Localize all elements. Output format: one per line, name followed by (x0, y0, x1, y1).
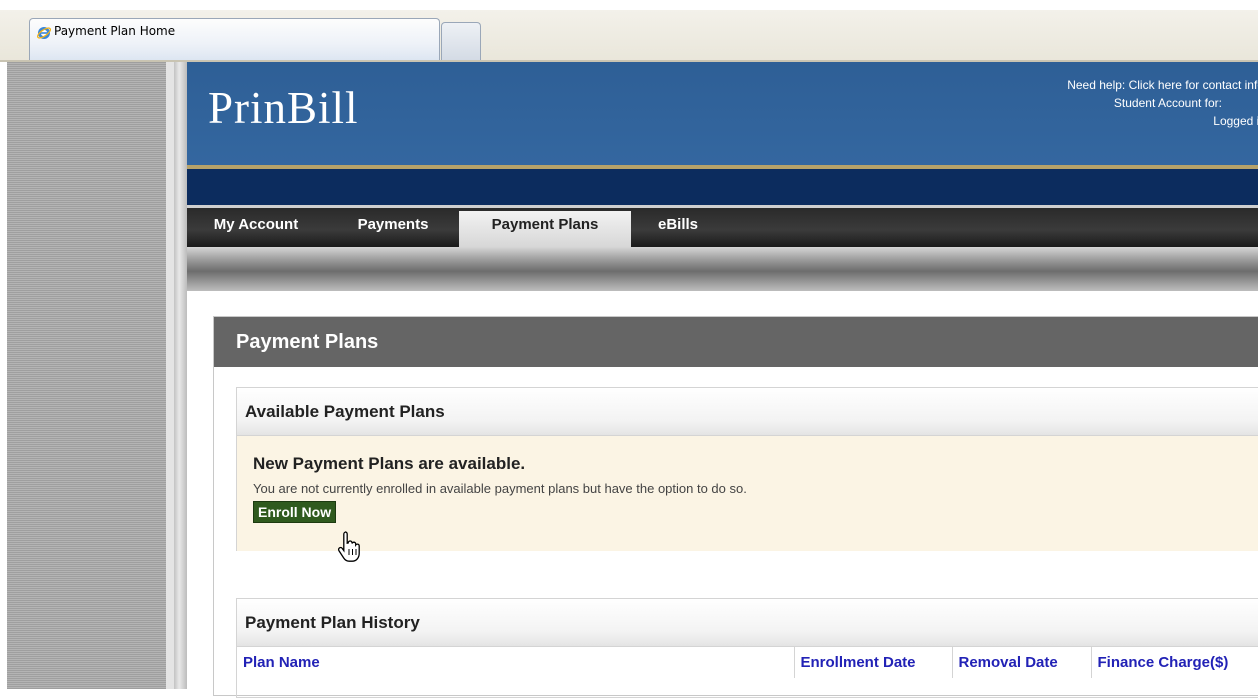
gutter-stripes (7, 62, 166, 689)
enroll-now-button[interactable]: Enroll Now (253, 501, 337, 523)
sub-nav-bar (187, 247, 1258, 291)
logged-in-label: Logged in (1213, 114, 1258, 128)
nav-ebills[interactable]: eBills (646, 211, 710, 247)
nav-payments[interactable]: Payments (345, 211, 441, 247)
column-enrollment-date[interactable]: Enrollment Date (794, 647, 953, 678)
left-gutter (0, 62, 187, 689)
column-plan-name[interactable]: Plan Name (237, 647, 795, 678)
account-label: Student Account for: (1113, 96, 1222, 110)
payment-history-box: Payment Plan History Plan Name Enrollmen… (236, 598, 1258, 698)
history-table: Plan Name Enrollment Date Removal Date F… (237, 647, 1258, 678)
header-info: Need help: Click here for contact info S… (1067, 76, 1258, 130)
gutter-edge (166, 62, 174, 689)
history-heading: Payment Plan History (237, 599, 1258, 647)
help-link[interactable]: Need help: Click here for contact info (1067, 76, 1258, 94)
browser-tab[interactable]: Payment Plan Home (29, 18, 440, 60)
column-removal-date[interactable]: Removal Date (952, 647, 1092, 678)
available-plans-heading: Available Payment Plans (237, 388, 1258, 436)
notice-text: You are not currently enrolled in availa… (253, 481, 747, 496)
site-header: PrinBill Need help: Click here for conta… (187, 62, 1258, 167)
available-plans-notice: New Payment Plans are available. You are… (237, 436, 1258, 551)
history-header-row: Plan Name Enrollment Date Removal Date F… (237, 647, 1258, 678)
nav-payment-plans[interactable]: Payment Plans (459, 211, 631, 247)
new-tab-button[interactable] (441, 22, 481, 60)
gutter-bar (174, 62, 187, 689)
internet-explorer-icon (36, 27, 52, 39)
nav-my-account[interactable]: My Account (201, 211, 311, 247)
browser-tabstrip: Payment Plan Home (0, 0, 1258, 62)
site-logo[interactable]: PrinBill (208, 82, 359, 134)
hand-pointer-icon (337, 531, 360, 562)
notice-title: New Payment Plans are available. (253, 454, 526, 473)
available-plans-box: Available Payment Plans New Payment Plan… (236, 387, 1258, 551)
page-title: Payment Plans (214, 317, 1258, 367)
browser-tab-title: Payment Plan Home (54, 24, 176, 38)
column-finance-charge[interactable]: Finance Charge($) (1091, 647, 1258, 678)
header-navy-band (187, 169, 1258, 205)
